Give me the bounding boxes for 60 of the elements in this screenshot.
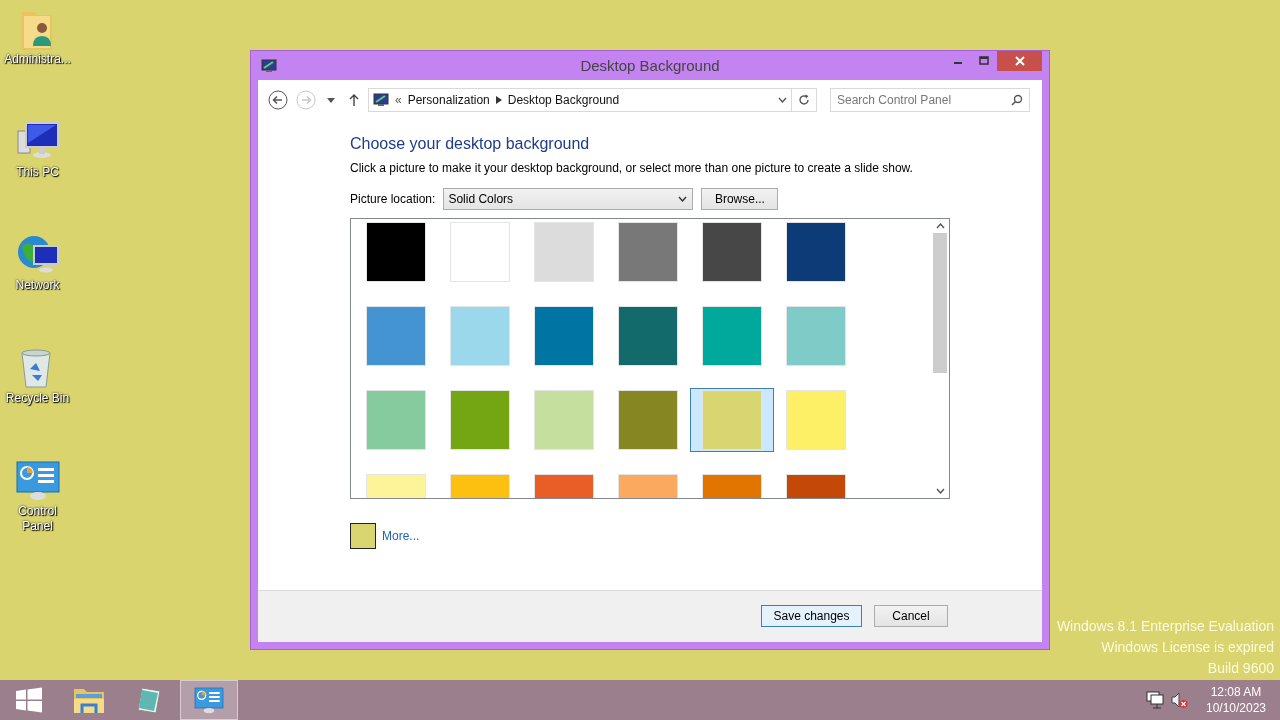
save-button[interactable]: Save changes: [761, 604, 862, 627]
color-tile[interactable]: [702, 306, 762, 366]
control-panel-icon: [193, 685, 225, 715]
browse-button[interactable]: Browse...: [701, 188, 779, 210]
maximize-icon: [979, 56, 989, 66]
edition-notice: Windows License is expired: [1101, 638, 1274, 657]
windows-logo-icon: [15, 687, 43, 713]
current-color-swatch[interactable]: [350, 523, 376, 549]
network-icon[interactable]: [1146, 691, 1164, 709]
picture-location-dropdown[interactable]: Solid Colors: [443, 188, 694, 210]
description-text: Click a picture to make it your desktop background, or select more than one picture to create a slide show.: [350, 161, 914, 175]
color-tile[interactable]: [786, 390, 846, 450]
color-tile[interactable]: [366, 306, 426, 366]
color-tile[interactable]: [702, 390, 762, 450]
page-heading: Choose your desktop background: [350, 135, 591, 153]
color-tile[interactable]: [618, 306, 678, 366]
speaker-icon[interactable]: [1170, 691, 1188, 709]
color-tile[interactable]: [450, 306, 510, 366]
scroll-thumb[interactable]: [933, 233, 947, 373]
breadcrumb[interactable]: Desktop Background: [507, 93, 620, 107]
color-tile[interactable]: [618, 390, 678, 450]
monitor-icon: [261, 58, 277, 73]
scroll-down-icon[interactable]: [935, 488, 945, 494]
window-title: Desktop Background: [580, 57, 720, 74]
color-tile[interactable]: [450, 390, 510, 450]
color-tile[interactable]: [534, 390, 594, 450]
scroll-up-icon[interactable]: [935, 223, 945, 229]
more-link[interactable]: More...: [382, 529, 420, 543]
color-tile[interactable]: [702, 222, 762, 282]
search-field[interactable]: Search Control Panel: [830, 88, 1030, 112]
cancel-button[interactable]: Cancel: [874, 604, 948, 627]
color-tile[interactable]: [786, 306, 846, 366]
address-bar[interactable]: « Personalization Desktop Background: [368, 88, 792, 112]
monitor-icon: [373, 93, 389, 107]
overflow-chevrons[interactable]: «: [395, 93, 402, 107]
color-tile[interactable]: [534, 222, 594, 282]
color-tile[interactable]: [366, 390, 426, 450]
picture-location-label: Picture location:: [350, 192, 436, 206]
chevron-down-icon: [678, 196, 688, 202]
clock-date: 10/10/2023: [1205, 700, 1267, 716]
back-button[interactable]: [266, 90, 290, 110]
refresh-icon: [798, 94, 810, 106]
close-icon: [1014, 56, 1025, 66]
color-tile[interactable]: [534, 306, 594, 366]
color-tile[interactable]: [618, 222, 678, 282]
edition-notice: Build 9600: [1207, 659, 1274, 678]
color-tile[interactable]: [786, 222, 846, 282]
notepad-icon: [134, 685, 164, 715]
close-button[interactable]: [997, 51, 1042, 71]
clock[interactable]: 12:08 AM 10/10/2023: [1202, 684, 1270, 716]
search-icon: [1011, 94, 1023, 106]
chevron-down-icon[interactable]: [778, 97, 787, 103]
taskbar-button[interactable]: [180, 680, 238, 720]
refresh-button[interactable]: [792, 88, 817, 112]
breadcrumb[interactable]: Personalization: [407, 93, 490, 107]
edition-notice: Windows 8.1 Enterprise Evaluation: [1056, 617, 1274, 636]
breadcrumb-arrow-icon[interactable]: [495, 96, 502, 104]
clock-time: 12:08 AM: [1210, 684, 1262, 700]
color-tile[interactable]: [366, 222, 426, 282]
color-tile[interactable]: [450, 222, 510, 282]
